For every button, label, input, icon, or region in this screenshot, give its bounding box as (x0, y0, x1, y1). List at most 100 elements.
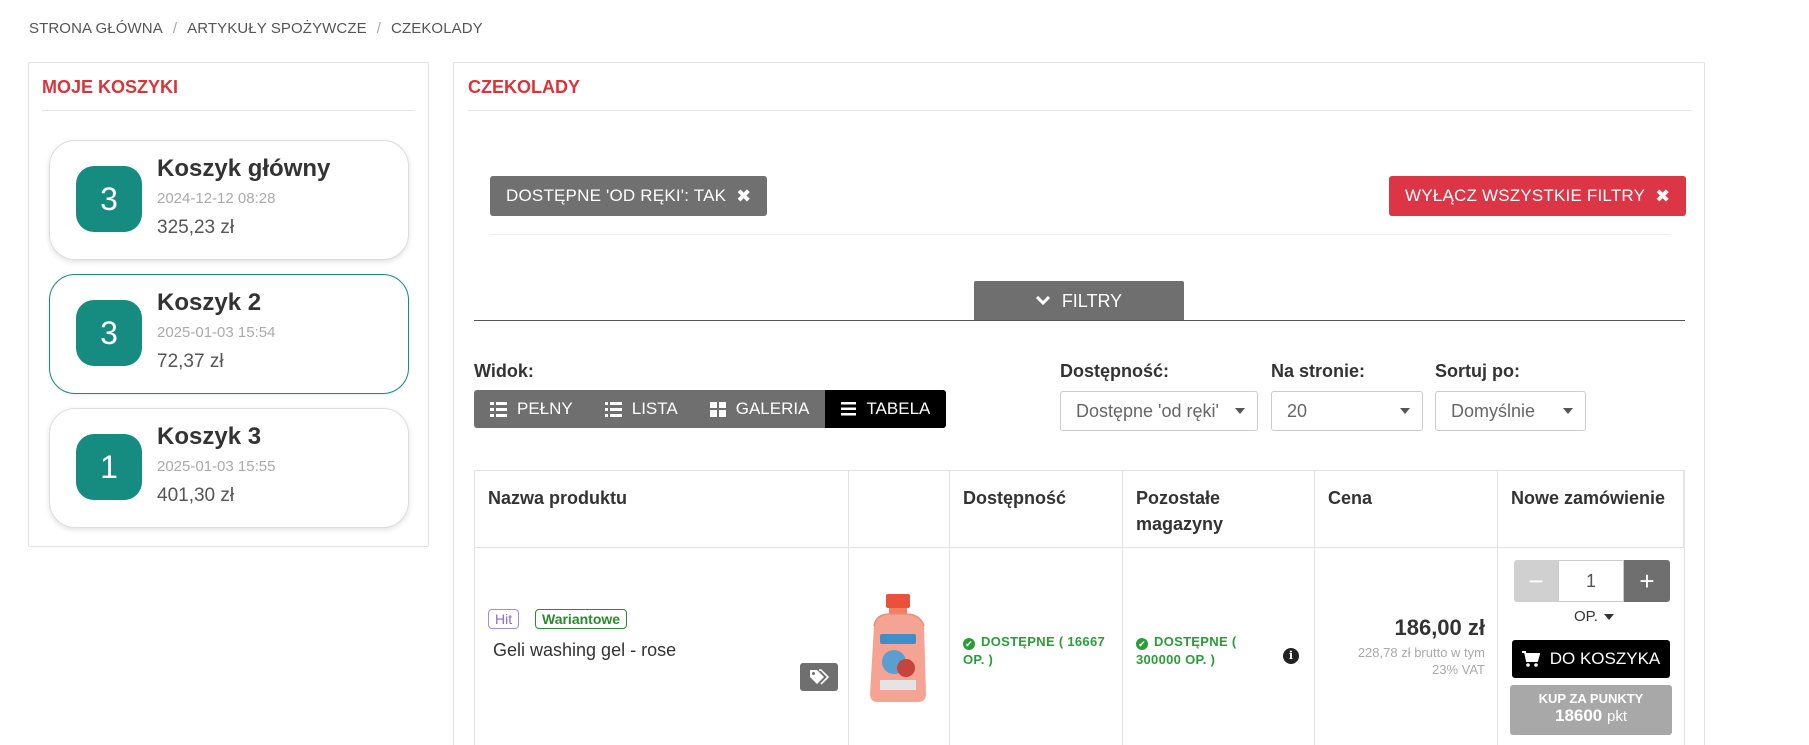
active-filter-chip[interactable]: DOSTĘPNE 'OD RĘKI': TAK ✖ (490, 176, 768, 216)
view-table-label: TABELA (866, 399, 931, 418)
add-to-cart-button[interactable]: DO KOSZYKA (1512, 640, 1670, 678)
view-full-button[interactable]: PEŁNY (474, 390, 589, 428)
breadcrumb-separator: / (172, 20, 178, 37)
view-table-button[interactable]: TABELA (825, 390, 947, 428)
view-gallery-label: GALERIA (735, 399, 810, 418)
product-name-link[interactable]: Geli washing gel - rose (493, 640, 676, 661)
view-list-label: LISTA (631, 399, 678, 418)
buy-with-points-button[interactable]: KUP ZA PUNKTY 18600 pkt (1510, 685, 1672, 735)
per-page-label: Na stronie: (1271, 361, 1366, 381)
availability-select[interactable]: Dostępne 'od ręki' (1060, 391, 1258, 431)
cell-product-image (849, 548, 950, 745)
view-list-button[interactable]: LISTA (589, 390, 694, 428)
sort-select[interactable]: Domyślnie (1435, 391, 1586, 431)
close-icon[interactable]: ✖ (736, 186, 751, 207)
decrease-button[interactable]: − (1514, 560, 1558, 602)
chevron-down-icon (1035, 296, 1050, 306)
cart-date: 2025-01-03 15:54 (157, 324, 276, 341)
breadcrumb: STRONA GŁÓWNA / ARTYKUŁY SPOŻYWCZE / CZE… (29, 20, 483, 37)
header-other-warehouses: Pozostałe magazyny (1123, 471, 1315, 547)
view-label: Widok: (474, 361, 534, 381)
clear-filters-button[interactable]: WYŁĄCZ WSZYSTKIE FILTRY ✖ (1389, 176, 1687, 216)
tags-icon (810, 669, 829, 685)
header-availability: Dostępność (950, 471, 1123, 547)
clear-filters-label: WYŁĄCZ WSZYSTKIE FILTRY (1405, 186, 1646, 205)
variant-badge: Wariantowe (535, 609, 628, 629)
cart-icon (1521, 651, 1540, 667)
unit-select[interactable]: OP. (1574, 608, 1614, 625)
add-to-cart-label: DO KOSZYKA (1549, 649, 1661, 668)
cart-count-badge: 3 (76, 300, 142, 366)
price-net: 186,00 zł (1394, 615, 1485, 640)
cart-total: 401,30 zł (157, 485, 235, 506)
check-circle-icon: ✔ (963, 638, 975, 650)
header-price: Cena (1315, 471, 1498, 547)
cell-other-warehouses: ✔ DOSTĘPNE ( 300000 OP. ) i (1123, 548, 1315, 745)
product-image[interactable] (866, 592, 932, 704)
cart-card-2[interactable]: 3 Koszyk 2 2025-01-03 15:54 72,37 zł (49, 274, 409, 394)
buy-with-points-label: KUP ZA PUNKTY (1538, 691, 1644, 706)
cart-count-badge: 3 (76, 166, 142, 232)
divider (474, 320, 1685, 321)
products-panel: CZEKOLADY DOSTĘPNE 'OD RĘKI': TAK ✖ WYŁĄ… (453, 62, 1705, 745)
breadcrumb-current: CZEKOLADY (391, 20, 483, 37)
availability-text: DOSTĘPNE ( 16667 OP. ) (963, 634, 1106, 667)
sort-value: Domyślnie (1451, 400, 1536, 421)
points-unit: pkt (1607, 708, 1628, 725)
cart-total: 72,37 zł (157, 351, 224, 372)
breadcrumb-separator: / (376, 20, 382, 37)
price-gross: 228,78 zł brutto w tym 23% VAT (1357, 645, 1485, 677)
cell-product-name: Hit Wariantowe Geli washing gel - rose (475, 548, 849, 745)
cart-name: Koszyk główny (157, 155, 331, 182)
breadcrumb-home[interactable]: STRONA GŁÓWNA (29, 20, 163, 37)
sidebar-title: MOJE KOSZYKI (42, 77, 415, 111)
quantity-stepper: − 1 + (1514, 560, 1670, 602)
cart-name: Koszyk 3 (157, 423, 262, 450)
products-table: Nazwa produktu Dostępność Pozostałe maga… (474, 470, 1685, 745)
list-icon (604, 401, 622, 417)
cell-availability: ✔ DOSTĘPNE ( 16667 OP. ) (950, 548, 1123, 745)
increase-button[interactable]: + (1624, 560, 1670, 602)
breadcrumb-category[interactable]: ARTYKUŁY SPOŻYWCZE (187, 20, 367, 37)
unit-value: OP. (1574, 608, 1598, 625)
caret-down-icon (1563, 408, 1573, 414)
warehouses-text: DOSTĘPNE ( 300000 OP. ) (1136, 634, 1237, 667)
cart-card-main[interactable]: 3 Koszyk główny 2024-12-12 08:28 325,23 … (49, 140, 409, 260)
menu-icon (841, 402, 857, 416)
hit-badge: Hit (488, 609, 520, 629)
header-image (849, 471, 950, 547)
cart-card-3[interactable]: 1 Koszyk 3 2025-01-03 15:55 401,30 zł (49, 408, 409, 528)
availability-value: Dostępne 'od ręki' (1076, 400, 1219, 421)
divider (490, 234, 1670, 235)
cart-total: 325,23 zł (157, 217, 235, 238)
grid-icon (709, 401, 726, 417)
view-full-label: PEŁNY (517, 399, 573, 418)
caret-down-icon (1400, 408, 1410, 414)
cart-count-badge: 1 (76, 434, 142, 500)
warehouses-status: ✔ DOSTĘPNE ( 300000 OP. ) (1136, 633, 1266, 669)
page-title: CZEKOLADY (468, 77, 1691, 111)
info-icon[interactable]: i (1283, 648, 1299, 664)
view-switcher: PEŁNY LISTA GALERIA TABELA (474, 390, 947, 428)
header-new-order: Nowe zamówienie (1498, 471, 1684, 547)
cell-new-order: − 1 + OP. DO KOSZYKA KUP ZA PUNKTY 18600… (1498, 548, 1684, 745)
sort-label: Sortuj po: (1435, 361, 1520, 381)
quantity-input[interactable]: 1 (1558, 560, 1624, 602)
filters-toggle-button[interactable]: FILTRY (974, 281, 1184, 321)
points-value: 18600 pkt (1510, 706, 1672, 726)
view-gallery-button[interactable]: GALERIA (694, 390, 826, 428)
check-circle-icon: ✔ (1136, 638, 1148, 650)
availability-label: Dostępność: (1060, 361, 1170, 381)
availability-status: ✔ DOSTĘPNE ( 16667 OP. ) (963, 633, 1113, 669)
active-filter-label: DOSTĘPNE 'OD RĘKI': TAK (506, 186, 727, 205)
caret-down-icon (1603, 613, 1614, 620)
filters-label: FILTRY (1061, 290, 1123, 311)
per-page-value: 20 (1287, 400, 1308, 421)
header-product-name: Nazwa produktu (475, 471, 849, 547)
carts-sidebar: MOJE KOSZYKI 3 Koszyk główny 2024-12-12 … (28, 62, 429, 547)
tags-button[interactable] (800, 663, 838, 691)
close-icon: ✖ (1655, 185, 1671, 206)
per-page-select[interactable]: 20 (1271, 391, 1423, 431)
list-full-icon (490, 401, 507, 417)
cart-date: 2024-12-12 08:28 (157, 190, 276, 207)
